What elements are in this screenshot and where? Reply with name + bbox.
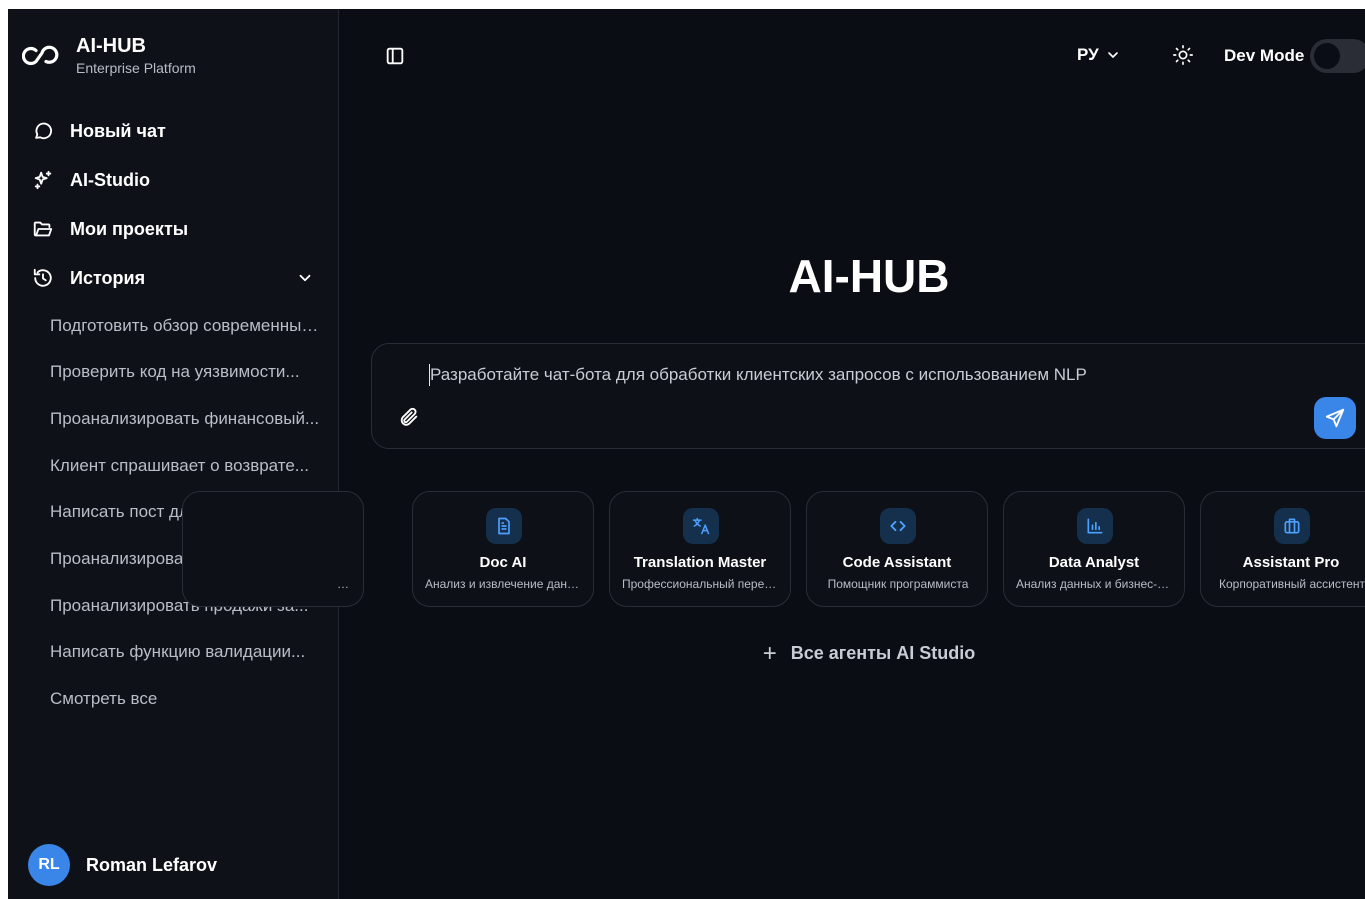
page-title: AI-HUB — [788, 250, 950, 302]
history-icon — [33, 268, 52, 287]
dev-mode-toggle[interactable] — [1310, 39, 1365, 73]
toggle-knob — [1314, 43, 1340, 69]
agent-icon-wrap — [1077, 508, 1113, 544]
send-icon — [1325, 408, 1345, 428]
history-item[interactable]: Проанализировать финансовый... — [50, 408, 320, 430]
brand-subtitle: Enterprise Platform — [76, 60, 196, 76]
nav-history[interactable]: История — [32, 261, 322, 295]
prompt-composer: Разработайте чат-бота для обработки клие… — [371, 343, 1365, 449]
agent-desc: Анализ данных и бизнес-метрик — [1016, 577, 1174, 591]
language-label: РУ — [1077, 45, 1099, 64]
briefcase-icon — [1284, 518, 1300, 534]
history-item[interactable]: Клиент спрашивает о возврате... — [50, 455, 320, 477]
agent-icon-wrap — [683, 508, 719, 544]
brand[interactable]: AI-HUB Enterprise Platform — [22, 35, 196, 77]
user-name: Roman Lefarov — [86, 854, 218, 875]
agent-name: Assistant Pro — [1242, 554, 1340, 571]
nav-ai-studio[interactable]: AI-Studio — [32, 163, 322, 197]
agent-card-code-assistant[interactable]: Code Assistant Помощник программиста — [806, 491, 988, 607]
history-item[interactable]: Написать функцию валидации... — [50, 641, 320, 663]
agent-desc: Корпоративный ассистент — [1219, 577, 1365, 591]
bar-chart-icon — [1087, 518, 1103, 534]
agent-icon-wrap — [1274, 508, 1310, 544]
send-button[interactable] — [1314, 397, 1356, 439]
history-item[interactable]: Проверить код на уязвимости... — [50, 361, 320, 383]
history-item[interactable]: Подготовить обзор современных... — [50, 315, 320, 337]
chevron-down-icon[interactable] — [296, 269, 314, 287]
chevron-down-icon — [1107, 52, 1118, 58]
sun-icon[interactable] — [1172, 44, 1194, 66]
nav-label: Мои проекты — [70, 218, 189, 239]
agent-card-partial[interactable]: … — [182, 491, 364, 607]
agent-name: Code Assistant — [842, 554, 952, 571]
avatar: RL — [28, 844, 70, 886]
agent-card-translation-master[interactable]: Translation Master Профессиональный пере… — [609, 491, 791, 607]
agent-desc: … — [337, 577, 349, 591]
sidebar-toggle-icon[interactable] — [384, 45, 406, 67]
nav-new-chat[interactable]: Новый чат — [32, 114, 322, 148]
agent-card-doc-ai[interactable]: Doc AI Анализ и извлечение данных из док… — [412, 491, 594, 607]
app-window: AI-HUB Enterprise Platform Новый чат AI-… — [8, 9, 1365, 899]
agent-desc: Профессиональный переводчик — [622, 577, 780, 591]
agent-cards: … Doc AI Анализ и извлечение данных из д… — [182, 491, 1365, 609]
agent-name: Doc AI — [479, 554, 527, 571]
nav-label: AI-Studio — [70, 169, 150, 190]
agent-icon-wrap — [880, 508, 916, 544]
nav-label: История — [70, 267, 146, 288]
translate-icon — [692, 517, 710, 535]
paperclip-icon[interactable] — [398, 406, 420, 428]
see-all-link[interactable]: Смотреть все — [50, 688, 320, 710]
agent-name: Translation Master — [633, 554, 767, 571]
user-profile[interactable]: RL Roman Lefarov — [28, 844, 217, 886]
brand-title: AI-HUB — [76, 35, 146, 57]
agent-desc: Анализ и извлечение данных из документов — [425, 577, 583, 591]
document-icon — [498, 517, 510, 535]
plus-icon: + — [762, 640, 777, 667]
agent-card-data-analyst[interactable]: Data Analyst Анализ данных и бизнес-метр… — [1003, 491, 1185, 607]
main-area: РУ Dev Mode AI-HUB Разработайте чат-бота… — [182, 9, 1365, 899]
all-agents-button[interactable]: + Все агенты AI Studio — [340, 640, 1365, 668]
code-icon — [890, 520, 906, 532]
prompt-input[interactable]: Разработайте чат-бота для обработки клие… — [430, 364, 1330, 386]
sidebar: AI-HUB Enterprise Platform Новый чат AI-… — [8, 9, 339, 899]
all-agents-label: Все агенты AI Studio — [790, 643, 976, 663]
chat-bubble-icon — [35, 122, 52, 140]
language-selector[interactable]: РУ — [1077, 45, 1121, 65]
logo-icon — [22, 45, 59, 66]
sparkles-icon — [34, 170, 52, 190]
agent-icon-wrap — [486, 508, 522, 544]
dev-mode-label: Dev Mode — [1224, 46, 1305, 65]
agent-desc: Помощник программиста — [827, 577, 969, 591]
nav-my-projects[interactable]: Мои проекты — [32, 212, 322, 246]
agent-card-assistant-pro[interactable]: Assistant Pro Корпоративный ассистент — [1200, 491, 1365, 607]
folder-icon — [33, 221, 53, 237]
nav-label: Новый чат — [70, 120, 166, 141]
agent-name: Data Analyst — [1048, 554, 1140, 571]
